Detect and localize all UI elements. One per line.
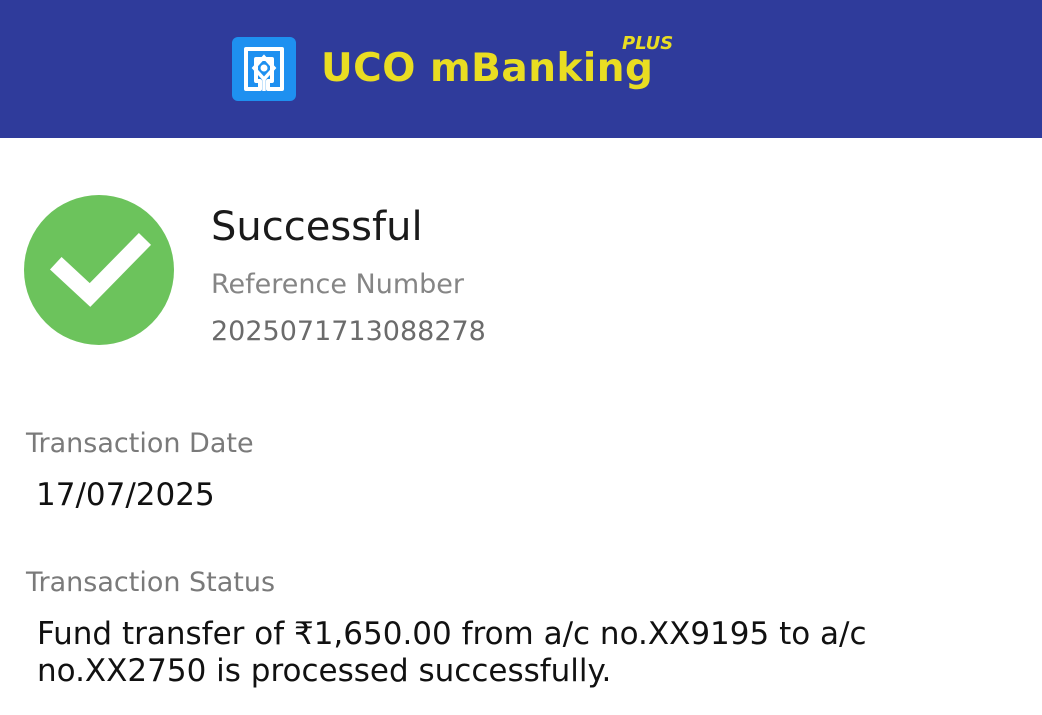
reference-number-label: Reference Number [211, 269, 465, 300]
result-title: Successful [211, 204, 423, 250]
transaction-status-label: Transaction Status [26, 567, 276, 598]
app-header: UCO mBanking PLUS [0, 0, 1042, 138]
reference-number-value: 2025071713088278 [211, 316, 486, 347]
check-circle-icon [24, 195, 174, 345]
uco-bank-logo-icon [232, 37, 296, 101]
app-plus-badge: PLUS [622, 33, 674, 54]
transaction-status-message: Fund transfer of ₹1,650.00 from a/c no.X… [37, 616, 867, 689]
transaction-date-label: Transaction Date [26, 428, 254, 459]
app-name: UCO mBanking [321, 46, 654, 91]
transaction-date-value: 17/07/2025 [36, 477, 215, 513]
